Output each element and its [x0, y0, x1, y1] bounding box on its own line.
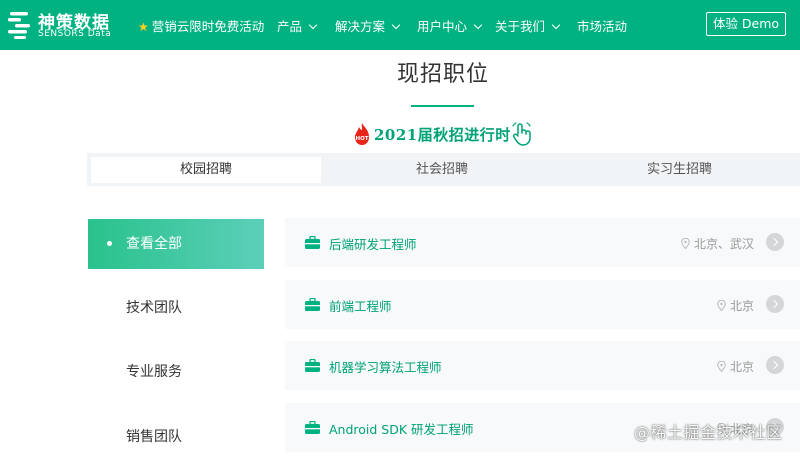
nav-item-events[interactable]: 市场活动 [577, 16, 627, 35]
briefcase-icon [305, 359, 320, 372]
star-icon: ★ [138, 20, 149, 34]
recruitment-tabs: 校园招聘 社会招聘 实习生招聘 [87, 153, 800, 186]
nav-item-about-us[interactable]: 关于我们 [495, 16, 561, 35]
job-title: Android SDK 研发工程师 [329, 422, 474, 437]
chevron-down-icon [308, 20, 318, 30]
hot-flame-icon: HOT [355, 123, 369, 145]
logo[interactable]: 神策数据 SENSORS Data [8, 8, 128, 42]
hot-badge-text: HOT [355, 136, 368, 142]
nav-item-solutions[interactable]: 解决方案 [335, 16, 401, 35]
try-demo-button[interactable]: 体验 Demo [706, 12, 786, 36]
job-location: 北京 [717, 297, 754, 314]
location-pin-icon [681, 238, 690, 249]
location-pin-icon [717, 361, 726, 372]
tab-social-recruitment[interactable]: 社会招聘 [327, 157, 557, 183]
job-title: 机器学习算法工程师 [329, 360, 442, 375]
sidebar-item-view-all[interactable]: 查看全部 [88, 219, 264, 269]
job-row[interactable]: 机器学习算法工程师 北京 [285, 341, 800, 390]
nav-item-products[interactable]: 产品 [277, 16, 318, 35]
nav-item-user-center[interactable]: 用户中心 [417, 16, 483, 35]
sidebar-item-professional-services[interactable]: 专业服务 [88, 347, 264, 397]
chevron-right-icon[interactable] [766, 295, 784, 313]
chevron-right-icon[interactable] [766, 356, 784, 374]
chevron-right-icon[interactable] [766, 233, 784, 251]
briefcase-icon [305, 421, 320, 434]
tab-campus-recruitment[interactable]: 校园招聘 [91, 157, 321, 183]
chevron-down-icon [551, 20, 561, 30]
job-title: 前端工程师 [329, 299, 392, 314]
logo-subtitle: SENSORS Data [38, 29, 112, 39]
job-title: 后端研发工程师 [329, 237, 417, 252]
chevron-down-icon [391, 20, 401, 30]
briefcase-icon [305, 236, 320, 249]
page-title: 现招职位 [396, 62, 489, 87]
pointing-hand-icon [512, 122, 531, 146]
briefcase-icon [305, 298, 320, 311]
campaign-banner: 2021届秋招进行时 [374, 126, 511, 144]
job-row[interactable]: 后端研发工程师 北京、武汉 [285, 218, 800, 267]
chevron-down-icon [473, 20, 483, 30]
location-pin-icon [717, 300, 726, 311]
job-location: 北京、武汉 [681, 235, 754, 252]
nav-item-marketing-promo[interactable]: ★ 营销云限时免费活动 [138, 16, 264, 35]
sidebar-item-tech-team[interactable]: 技术团队 [88, 283, 264, 333]
active-dot [107, 241, 112, 246]
job-row[interactable]: 前端工程师 北京 [285, 280, 800, 329]
title-underline [411, 105, 474, 107]
top-navbar: 神策数据 SENSORS Data ★ 营销云限时免费活动 产品 解决方案 用户中… [0, 0, 800, 50]
job-location: 北京 [717, 358, 754, 375]
watermark: @稀土掘金技术社区 [634, 423, 783, 442]
tab-intern-recruitment[interactable]: 实习生招聘 [563, 157, 796, 183]
sensors-logo-icon [8, 12, 30, 39]
